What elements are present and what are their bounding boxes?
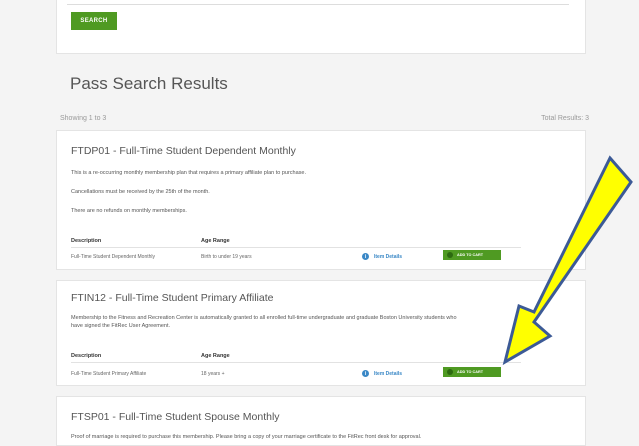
annotation-arrow [502,155,633,366]
arrow-shape [502,155,633,366]
